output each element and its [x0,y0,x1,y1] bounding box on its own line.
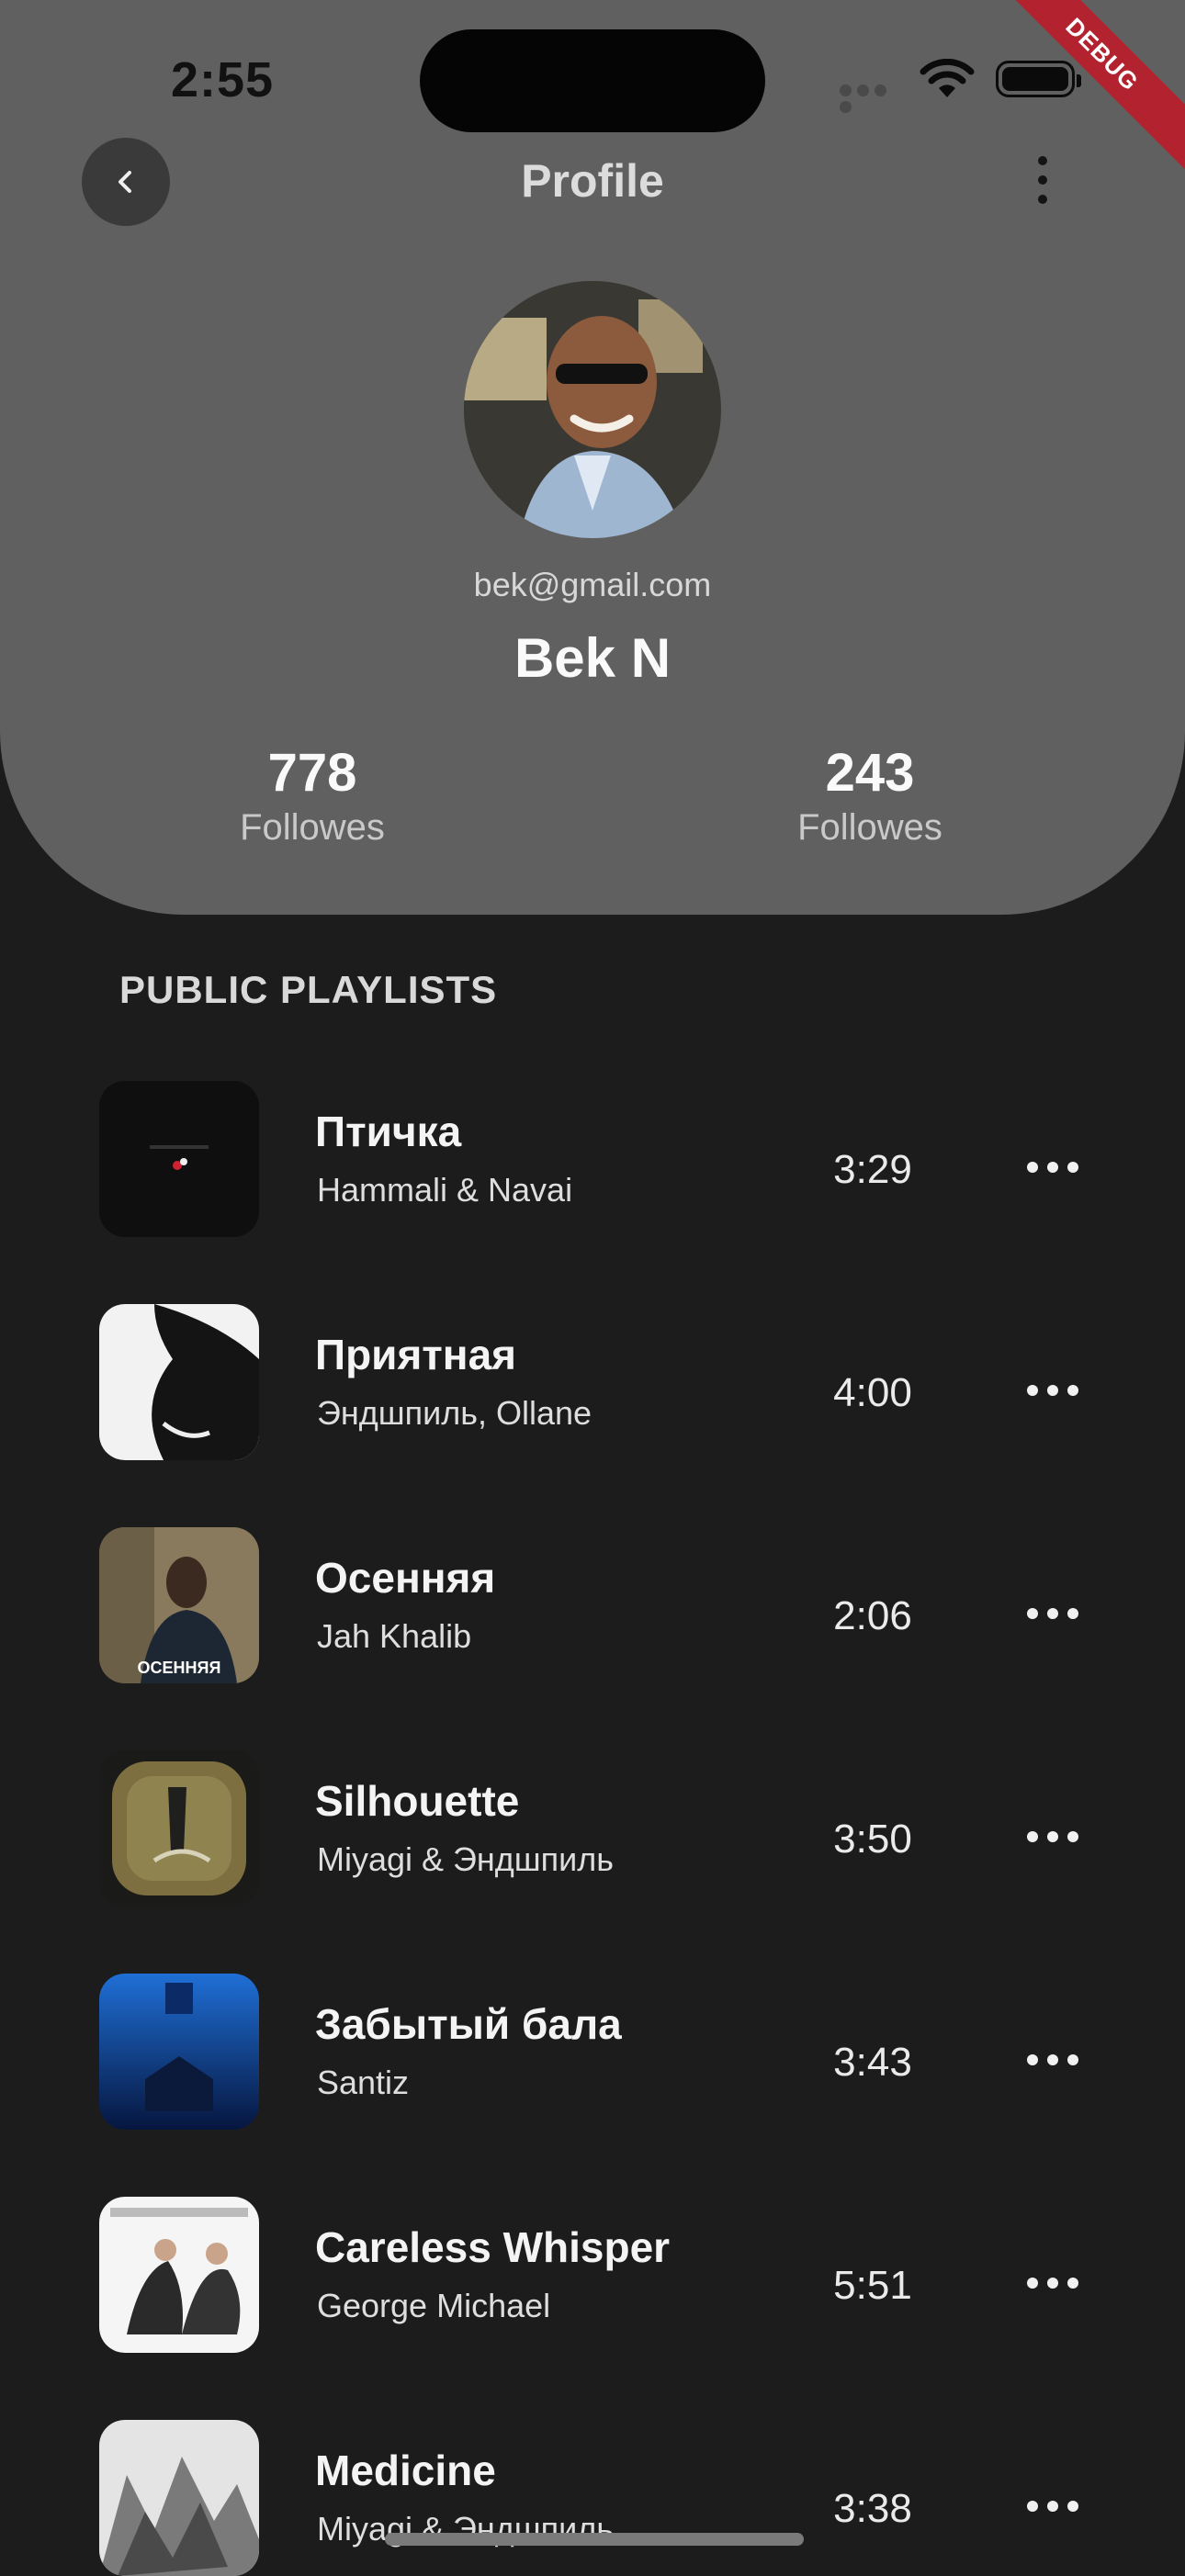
status-time: 2:55 [171,52,275,107]
stat-label: Followes [797,807,942,848]
track-duration: 3:29 [833,1147,912,1192]
battery-icon [996,61,1081,97]
album-cover [99,1974,259,2130]
track-title: Осенняя [315,1554,496,1602]
track-title: Silhouette [315,1777,520,1825]
track-artist: Hammali & Navai [317,1171,573,1209]
track-title: Careless Whisper [315,2223,671,2271]
list-item[interactable]: Medicine Miyagi & Эндшпиль 3:38 [0,2420,1185,2576]
page-title: Profile [521,155,664,207]
more-horizontal-icon[interactable] [1027,1385,1078,1398]
track-title: Птичка [315,1108,462,1155]
album-cover [99,2420,259,2576]
album-cover [99,1081,259,1237]
more-horizontal-icon[interactable] [1027,1162,1078,1175]
profile-name: Bek N [514,627,672,689]
track-title: Medicine [315,2447,496,2494]
cellular-signal-icon [840,84,906,113]
track-duration: 5:51 [833,2263,912,2308]
track-duration: 3:50 [833,1817,912,1862]
album-cover: ОСЕННЯЯ [99,1527,259,1683]
album-cover [99,2197,259,2353]
stat-value: 243 [825,743,915,803]
track-duration: 3:38 [833,2486,912,2531]
track-artist: Miyagi & Эндшпиль [317,1840,615,1878]
list-item[interactable]: Careless Whisper George Michael 5:51 [0,2197,1185,2353]
more-horizontal-icon[interactable] [1027,2054,1078,2067]
track-artist: Эндшпиль, Ollane [317,1394,592,1432]
track-artist: George Michael [317,2287,551,2324]
avatar[interactable] [464,281,721,538]
track-artist: Jah Khalib [317,1617,472,1655]
stat-value: 778 [267,743,357,803]
list-item[interactable]: Приятная Эндшпиль, Ollane 4:00 [0,1304,1185,1460]
track-duration: 4:00 [833,1370,912,1415]
list-item[interactable]: Silhouette Miyagi & Эндшпиль 3:50 [0,1750,1185,1907]
album-cover [99,1750,259,1907]
track-title: Забытый бала [315,2000,622,2048]
following-stat[interactable]: 243 Followes [732,742,1008,849]
more-options-button[interactable] [1029,156,1056,211]
stat-label: Followes [240,807,385,848]
more-horizontal-icon[interactable] [1027,2501,1078,2514]
profile-email: bek@gmail.com [473,566,712,603]
wifi-icon [920,59,975,97]
list-item[interactable]: Птичка Hammali & Navai 3:29 [0,1081,1185,1237]
dynamic-island [420,29,765,132]
album-cover-text: ОСЕННЯЯ [137,1659,221,1677]
section-title: PUBLIC PLAYLISTS [119,968,498,1011]
more-horizontal-icon[interactable] [1027,1831,1078,1844]
album-cover [99,1304,259,1460]
list-item[interactable]: ОСЕННЯЯ Осенняя Jah Khalib 2:06 [0,1527,1185,1683]
more-horizontal-icon[interactable] [1027,2278,1078,2290]
home-indicator[interactable] [385,2533,804,2546]
track-duration: 2:06 [833,1593,912,1638]
more-horizontal-icon[interactable] [1027,1608,1078,1621]
track-duration: 3:43 [833,2040,912,2085]
followers-stat[interactable]: 778 Followes [175,742,450,849]
track-title: Приятная [315,1331,517,1378]
list-item[interactable]: Забытый бала Santiz 3:43 [0,1974,1185,2130]
avatar-photo [464,281,721,538]
track-artist: Santiz [317,2064,410,2101]
